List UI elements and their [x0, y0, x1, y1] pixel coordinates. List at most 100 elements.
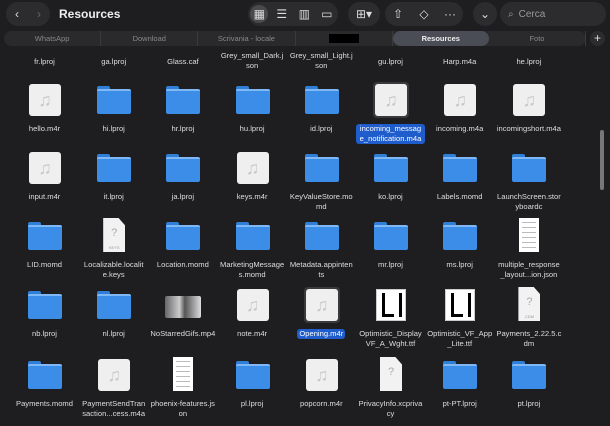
group-button[interactable]: ⊞▾ [348, 2, 380, 26]
file-item[interactable]: Payments.momd [10, 357, 79, 423]
folder-icon [512, 154, 547, 182]
icon-view-icon[interactable]: ▦ [250, 5, 269, 23]
file-item[interactable]: Grey_small_Dark.json [218, 51, 287, 73]
file-item[interactable]: LID.momd [10, 218, 79, 284]
file-item[interactable]: he.lproj [494, 51, 563, 69]
tab-2[interactable]: Scrivania - locale [198, 31, 296, 46]
file-item[interactable]: ♫ incomingshort.m4a [494, 82, 563, 148]
tab-5[interactable]: Foto [489, 31, 587, 46]
file-item[interactable]: Location.momd [148, 218, 217, 284]
file-item[interactable]: ♫ hello.m4r [10, 82, 79, 148]
forward-button[interactable]: › [30, 5, 48, 23]
path-dropdown[interactable]: ⌄ [473, 2, 497, 26]
file-item[interactable]: Optimistic_VF_App_Lite.ttf [425, 287, 494, 353]
file-item[interactable]: ga.lproj [79, 51, 148, 69]
file-label: KeyValueStore.momd [289, 192, 353, 211]
file-item[interactable]: ♫ PaymentSendTransaction...cess.m4a [79, 357, 148, 423]
file-item[interactable]: nl.lproj [79, 287, 148, 353]
tab-3[interactable] [296, 31, 393, 46]
view-switcher: ▦ ☰ ▥ ▭ [248, 2, 338, 26]
folder-body [374, 225, 408, 250]
file-item[interactable]: fr.lproj [10, 51, 79, 69]
folder-body [166, 225, 201, 250]
tab-4[interactable]: Resources [392, 31, 489, 46]
file-item[interactable]: nb.lproj [10, 287, 79, 353]
back-button[interactable]: ‹ [8, 5, 26, 23]
gallery-view-icon[interactable]: ▭ [318, 5, 336, 23]
file-item[interactable]: ♫ Opening.m4r [287, 287, 356, 353]
file-item[interactable]: ♫ popcorn.m4r [287, 357, 356, 423]
file-item[interactable]: ♫ input.m4r [10, 150, 79, 216]
folder-body [374, 157, 408, 182]
music-note-icon: ♫ [305, 359, 338, 391]
tab-0[interactable]: WhatsApp [4, 31, 102, 46]
file-item[interactable]: ♫ incoming_message_notification.m4a [356, 82, 425, 148]
folder-file-icon [442, 218, 478, 254]
new-tab-button[interactable]: + [590, 31, 605, 46]
audio-file-icon: ♫ [27, 150, 63, 186]
file-item[interactable]: multiple_response_layout...ion.json [494, 218, 563, 284]
scrollbar[interactable] [600, 130, 604, 190]
file-item[interactable]: Metadata.appintents [287, 218, 356, 284]
file-label: LaunchScreen.storyboardc [497, 192, 561, 211]
file-item[interactable]: hu.lproj [218, 82, 287, 148]
folder-file-icon [235, 82, 271, 118]
file-item[interactable]: ko.lproj [356, 150, 425, 216]
file-item[interactable]: hr.lproj [148, 82, 217, 148]
tab-label: WhatsApp [34, 34, 70, 43]
tab-1[interactable]: Download [101, 31, 199, 46]
file-item[interactable]: MarketingMessages.momd [218, 218, 287, 284]
audio-file-icon: ♫ [303, 287, 340, 323]
file-item[interactable]: mr.lproj [356, 218, 425, 284]
tag-icon[interactable]: ◇ [415, 5, 433, 23]
share-icon[interactable]: ⇧ [389, 5, 407, 23]
file-item[interactable]: Grey_small_Light.json [287, 51, 356, 73]
audio-file-icon: ♫ [442, 82, 478, 118]
file-label: Labels.momd [436, 192, 483, 201]
more-icon[interactable]: ··· [441, 5, 459, 23]
file-item[interactable]: pl.lproj [218, 357, 287, 423]
file-item[interactable]: LaunchScreen.storyboardc [494, 150, 563, 216]
file-item[interactable]: it.lproj [79, 150, 148, 216]
file-item[interactable]: ? CDM Payments_2.22.5.cdm [494, 287, 563, 353]
folder-file-icon [27, 218, 63, 254]
file-item[interactable]: Optimistic_DisplayVF_A_Wght.ttf [356, 287, 425, 353]
file-item[interactable]: pt.lproj [494, 357, 563, 423]
file-item[interactable]: ♫ note.m4r [218, 287, 287, 353]
file-item[interactable]: id.lproj [287, 82, 356, 148]
file-item[interactable]: ja.lproj [148, 150, 217, 216]
list-view-icon[interactable]: ☰ [273, 5, 291, 23]
font-file-icon [442, 287, 478, 323]
folder-body [304, 157, 339, 182]
tab-bar: WhatsApp Download Scrivania - locale Resour… [4, 31, 587, 46]
file-item[interactable]: phoenix-features.json [148, 357, 217, 423]
file-label: note.m4r [237, 329, 268, 338]
column-view-icon[interactable]: ▥ [295, 5, 313, 23]
file-label: hi.lproj [102, 124, 125, 133]
file-item[interactable]: Harp.m4a [425, 51, 494, 69]
file-item[interactable]: Labels.momd [425, 150, 494, 216]
file-label: LID.momd [26, 260, 63, 269]
file-item[interactable]: NoStarredGifs.mp4 [148, 287, 217, 353]
folder-body [97, 89, 132, 114]
folder-icon [374, 222, 408, 250]
file-item[interactable]: ? PrivacyInfo.xcprivacy [356, 357, 425, 423]
file-item[interactable]: ms.lproj [425, 218, 494, 284]
file-item[interactable]: ♫ keys.m4r [218, 150, 287, 216]
folder-icon [443, 222, 478, 250]
file-item[interactable]: hi.lproj [79, 82, 148, 148]
folder-file-icon [165, 218, 201, 254]
folder-file-icon [165, 150, 201, 186]
file-item[interactable]: gu.lproj [356, 51, 425, 69]
file-item[interactable]: ♫ incoming.m4a [425, 82, 494, 148]
file-label: MarketingMessages.momd [220, 260, 285, 279]
file-item[interactable]: KeyValueStore.momd [287, 150, 356, 216]
file-item[interactable]: pt-PT.lproj [425, 357, 494, 423]
file-item[interactable]: Glass.caf [148, 51, 217, 69]
unknown-document-icon: ? [380, 357, 402, 391]
search-input[interactable]: ⌕ Cerca [500, 2, 606, 26]
folder-body [512, 364, 547, 389]
file-item[interactable]: ? KEYS Localizable.localite.keys [79, 218, 148, 284]
redacted-tab-label [328, 34, 359, 43]
folder-body [235, 225, 270, 250]
